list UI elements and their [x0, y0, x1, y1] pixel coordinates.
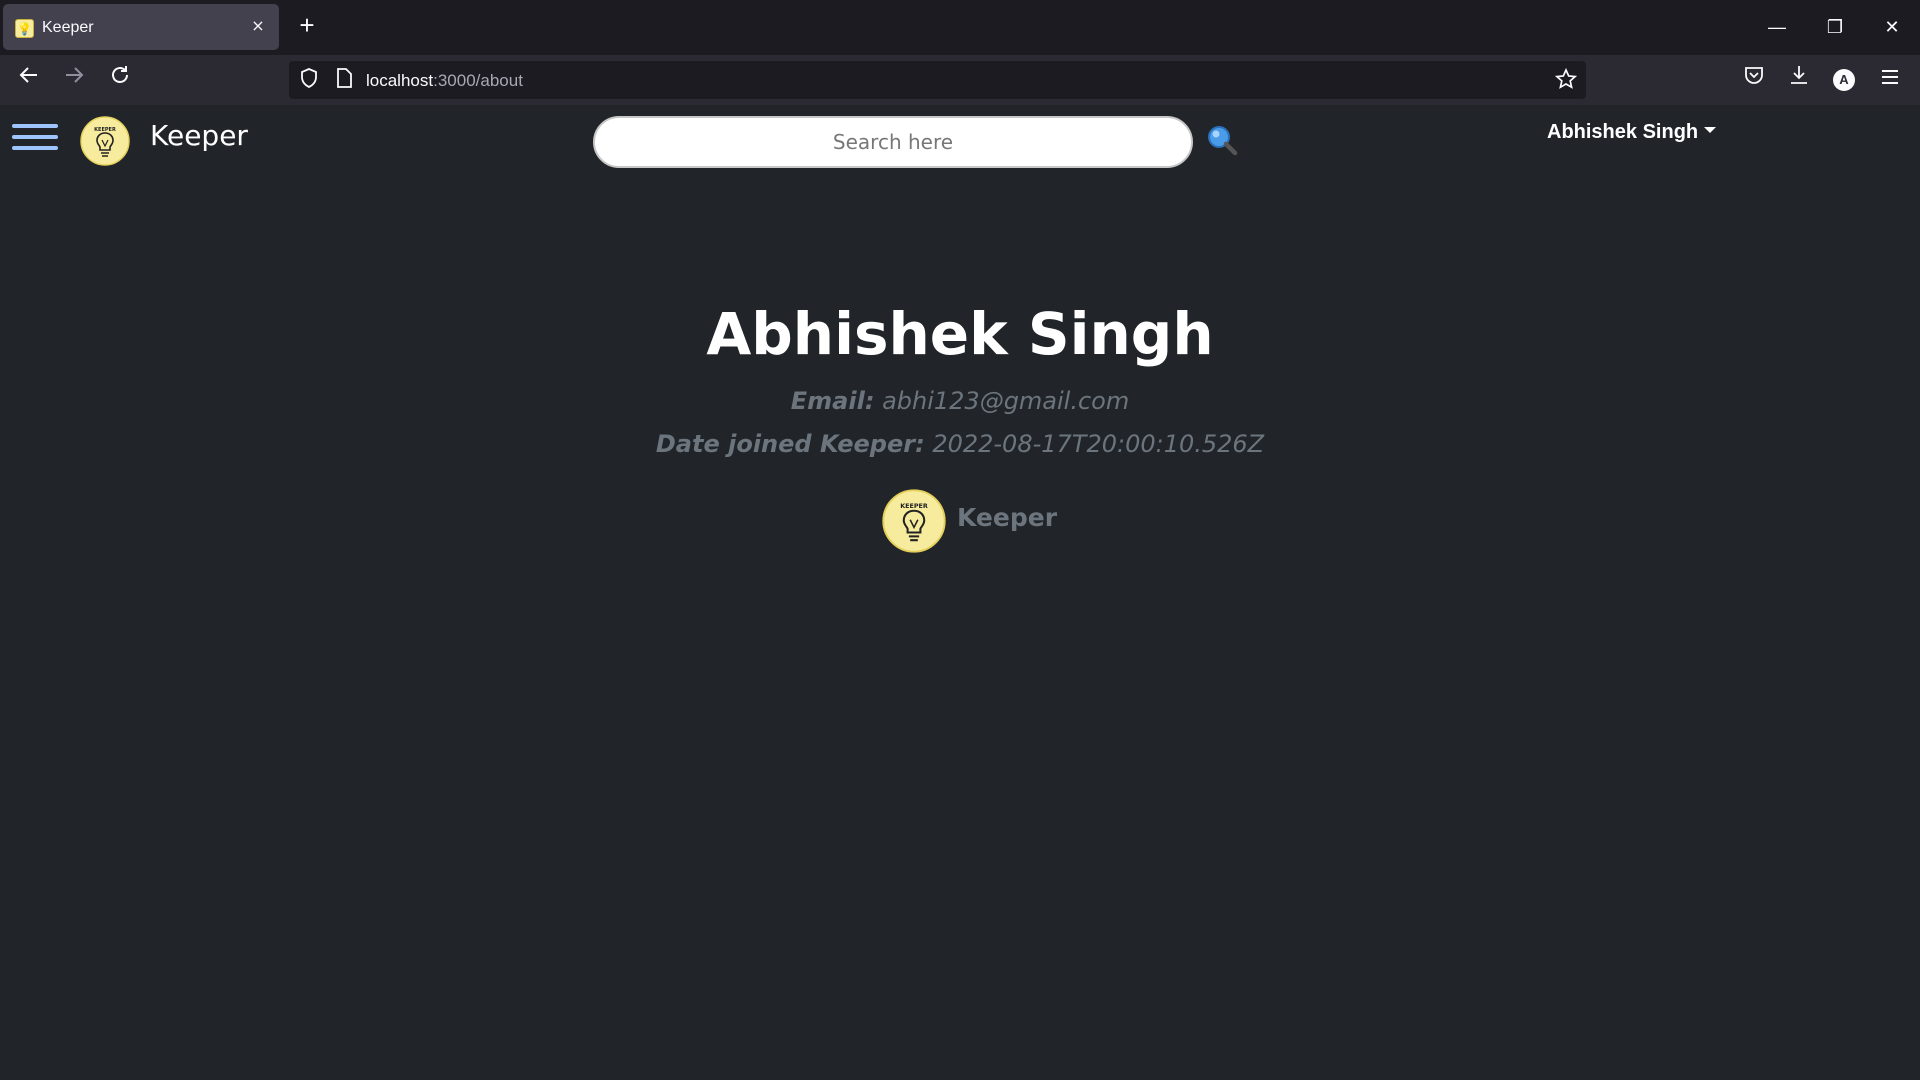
bulb-logo-icon[interactable]: KEEPER — [80, 116, 130, 166]
profile-joined: Date joined Keeper: 2022-08-17T20:00:10.… — [0, 430, 1920, 458]
joined-label: Date joined Keeper: — [655, 430, 925, 458]
restore-button[interactable]: ❐ — [1820, 12, 1850, 42]
search-input[interactable] — [593, 116, 1193, 168]
bookmark-star-icon[interactable] — [1554, 67, 1578, 92]
caret-down-icon — [1704, 126, 1717, 133]
email-label: Email: — [790, 387, 875, 415]
svg-text:KEEPER: KEEPER — [900, 502, 928, 510]
footer-brand-name: Keeper — [957, 502, 1058, 532]
reload-icon[interactable] — [104, 64, 136, 96]
joined-value: 2022-08-17T20:00:10.526Z — [932, 430, 1265, 458]
minimize-button[interactable]: — — [1762, 12, 1792, 42]
menu-icon[interactable] — [1874, 64, 1906, 96]
page-icon — [332, 68, 356, 92]
bulb-logo-icon: KEEPER — [882, 489, 946, 553]
tab-title: Keeper — [42, 19, 94, 36]
back-icon[interactable] — [13, 64, 45, 96]
new-tab-button[interactable]: + — [293, 12, 321, 40]
profile-email: Email: abhi123@gmail.com — [0, 387, 1920, 415]
svg-text:KEEPER: KEEPER — [94, 127, 116, 133]
account-icon[interactable]: A — [1833, 69, 1855, 91]
user-menu-dropdown[interactable]: Abhishek Singh — [1547, 121, 1717, 144]
tab-favicon-icon: 💡 — [15, 19, 34, 38]
download-icon[interactable] — [1783, 64, 1815, 96]
pocket-icon[interactable] — [1738, 64, 1770, 96]
search-icon[interactable] — [1205, 123, 1239, 157]
url-bar[interactable]: localhost:3000/about — [289, 61, 1586, 99]
browser-tab-bar: 💡 Keeper × + — ❐ ✕ — [0, 0, 1920, 55]
browser-toolbar: localhost:3000/about A — [0, 55, 1920, 105]
profile-name: Abhishek Singh — [706, 300, 1214, 368]
user-menu-label: Abhishek Singh — [1547, 121, 1699, 143]
browser-tab[interactable]: 💡 Keeper × — [3, 4, 279, 50]
page: KEEPER Keeper Abhishek Singh Abhishek Si… — [0, 105, 1920, 1080]
shield-icon[interactable] — [297, 68, 321, 92]
brand-name[interactable]: Keeper — [150, 119, 248, 152]
footer-brand: KEEPER Keeper — [882, 489, 1057, 553]
url-text[interactable]: localhost:3000/about — [366, 71, 523, 91]
email-value: abhi123@gmail.com — [882, 387, 1130, 415]
forward-icon[interactable] — [58, 64, 90, 96]
close-window-button[interactable]: ✕ — [1877, 12, 1907, 42]
hamburger-icon[interactable] — [12, 124, 58, 160]
tab-close-button[interactable]: × — [247, 15, 269, 37]
